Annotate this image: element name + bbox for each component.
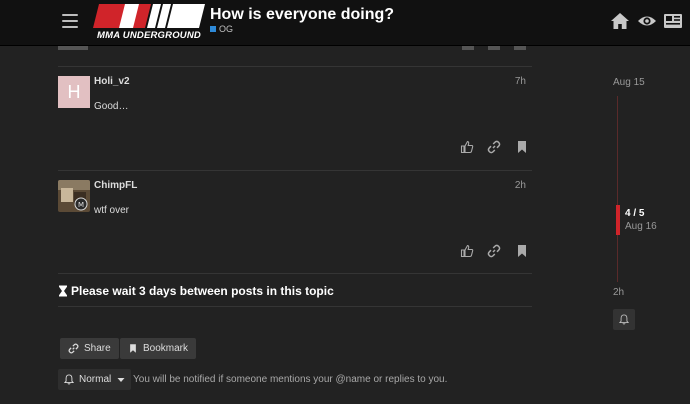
share-label: Share: [84, 343, 111, 354]
like-icon[interactable]: [460, 244, 474, 258]
bell-icon: [619, 314, 629, 325]
slow-mode-notice: Please wait 3 days between posts in this…: [58, 284, 334, 298]
timeline-position: 4 / 5: [625, 208, 645, 219]
eye-icon[interactable]: [637, 12, 657, 30]
chevron-down-icon: [117, 377, 125, 382]
link-icon[interactable]: [487, 244, 501, 258]
post-divider: [58, 170, 532, 171]
share-button[interactable]: Share: [60, 338, 119, 359]
logo-graphic: [93, 4, 205, 28]
logo-text: MMA UNDERGROUND: [97, 30, 201, 41]
like-icon[interactable]: [460, 140, 474, 154]
timeline-track[interactable]: [617, 96, 618, 282]
timeline-notifications-button[interactable]: [613, 309, 635, 330]
post-username[interactable]: ChimpFL: [94, 180, 137, 191]
category-badge[interactable]: OG: [210, 24, 233, 34]
notification-level-dropdown[interactable]: Normal: [58, 369, 132, 390]
timeline-start-date[interactable]: Aug 15: [613, 77, 645, 88]
site-logo[interactable]: MMA UNDERGROUND: [93, 4, 205, 42]
post-time[interactable]: 7h: [515, 76, 526, 87]
bookmark-icon[interactable]: [515, 140, 529, 154]
svg-text:M: M: [78, 201, 84, 209]
avatar[interactable]: H: [58, 76, 90, 108]
bell-icon: [64, 374, 74, 385]
home-icon[interactable]: [610, 12, 630, 30]
link-icon[interactable]: [487, 140, 501, 154]
site-header: MMA UNDERGROUND How is everyone doing? O…: [0, 0, 690, 46]
post-divider: [58, 66, 532, 67]
notification-level-label: Normal: [79, 374, 112, 385]
hourglass-icon: [59, 285, 67, 297]
notification-description: You will be notified if someone mentions…: [133, 374, 448, 385]
category-color-box: [210, 26, 216, 32]
notice-divider: [58, 306, 532, 307]
post-body: Good…: [94, 101, 129, 112]
link-icon: [68, 343, 79, 354]
category-label: OG: [219, 24, 234, 34]
avatar-photo: M: [58, 180, 90, 212]
bookmark-icon: [130, 344, 136, 353]
hamburger-menu-button[interactable]: [62, 14, 78, 28]
bookmark-icon[interactable]: [515, 244, 529, 258]
timeline-end-label[interactable]: 2h: [613, 287, 624, 298]
timeline-current-date: Aug 16: [625, 221, 657, 232]
bookmark-label: Bookmark: [143, 343, 189, 354]
post-time[interactable]: 2h: [515, 180, 526, 191]
bookmark-button[interactable]: Bookmark: [120, 338, 197, 359]
topic-title[interactable]: How is everyone doing?: [210, 6, 394, 24]
slow-mode-text: Please wait 3 days between posts in this…: [71, 284, 334, 298]
newspaper-icon[interactable]: [663, 12, 683, 30]
post-divider: [58, 273, 532, 274]
timeline-scroller-handle[interactable]: [616, 205, 620, 235]
avatar[interactable]: M: [58, 180, 90, 212]
post-username[interactable]: Holi_v2: [94, 76, 130, 87]
post-body: wtf over: [94, 205, 130, 216]
previous-post-remnant: [58, 46, 532, 52]
